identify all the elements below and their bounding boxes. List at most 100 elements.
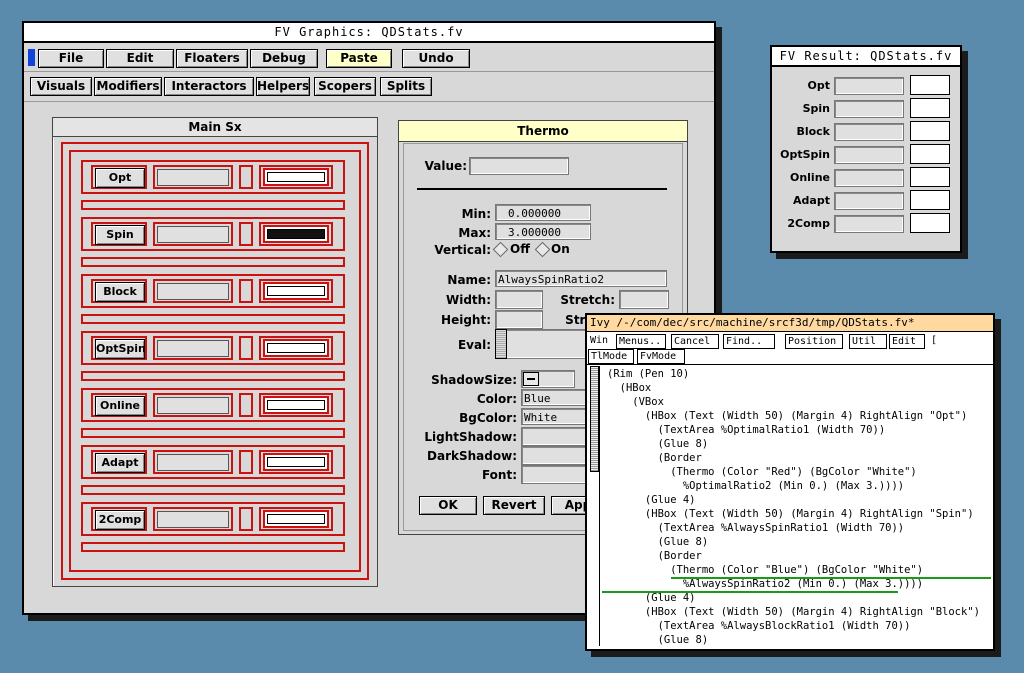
ivy-find-button[interactable]: Find.. [723, 334, 775, 349]
name-field[interactable]: AlwaysSpinRatio2 [495, 270, 667, 287]
ratio-thermometer [263, 396, 329, 414]
ok-button[interactable]: OK [419, 496, 477, 515]
sx-row-3: OptSpin [81, 331, 345, 365]
glue-border [239, 279, 253, 303]
code-line: (Thermo (Color "Blue") (BgColor "White") [607, 564, 924, 576]
ratio-textarea[interactable] [157, 226, 229, 243]
font-label: Font: [481, 468, 517, 482]
ratio-textarea[interactable] [157, 397, 229, 414]
glue-bar [81, 257, 345, 267]
menu-file[interactable]: File [38, 49, 104, 68]
ratio-textarea[interactable] [157, 454, 229, 471]
ratio-thermometer [263, 339, 329, 357]
ratio-thermometer [263, 168, 329, 186]
ivy-scroll-thumb[interactable] [590, 366, 599, 472]
stretch-label: Stretch: [560, 293, 615, 307]
code-line: %AlwaysSpinRatio2 (Min 0.) (Max 3.)))) [607, 578, 924, 590]
ivy-scrollbar[interactable] [589, 366, 600, 646]
glue-border [239, 393, 253, 417]
max-label: Max: [458, 226, 491, 240]
code-line: (Thermo (Color "Red") (BgColor "White") [607, 466, 917, 478]
menu-floaters[interactable]: Floaters [176, 49, 248, 68]
undo-button[interactable]: Undo [402, 49, 470, 68]
ivy-edit-button[interactable]: Edit [889, 334, 925, 349]
selection-underline-1 [671, 577, 991, 579]
ratio-textarea[interactable] [157, 340, 229, 357]
ivy-util-button[interactable]: Util [849, 334, 887, 349]
height-label: Height: [441, 313, 491, 327]
result-window: FV Result: QDStats.fv Opt Spin Block OptSpi… [770, 45, 962, 253]
ivy-position-button[interactable]: Position [785, 334, 843, 349]
menu-debug[interactable]: Debug [250, 49, 318, 68]
window-grab-handle[interactable] [28, 49, 35, 66]
palette-tabs: Visuals Modifiers Interactors Helpers Sc… [24, 73, 714, 102]
name-label: Name: [447, 273, 491, 287]
row-label: Online [95, 396, 145, 416]
darkshadow-label: DarkShadow: [427, 449, 517, 463]
result-value-field[interactable] [834, 215, 904, 233]
tab-visuals[interactable]: Visuals [30, 77, 92, 96]
color-label: Color: [476, 392, 517, 406]
ratio-textarea[interactable] [157, 283, 229, 300]
ivy-win-button[interactable]: Win [588, 334, 611, 347]
bgcolor-label: BgColor: [459, 411, 517, 425]
thermo-panel-title: Thermo [399, 121, 687, 142]
result-value-field[interactable] [834, 146, 904, 164]
on-label: On [551, 242, 570, 256]
code-line: (Glue 4) [607, 592, 696, 604]
ivy-title: Ivy /-/com/dec/src/machine/srcf3d/tmp/QD… [587, 315, 993, 332]
ivy-editor-window: Ivy /-/com/dec/src/machine/srcf3d/tmp/QD… [585, 313, 995, 651]
ivy-cancel-button[interactable]: Cancel [671, 334, 719, 349]
ivy-fvmode-button[interactable]: FvMode [637, 349, 685, 364]
tab-interactors[interactable]: Interactors [164, 77, 254, 96]
tab-splits[interactable]: Splits [380, 77, 432, 96]
width-label: Width: [445, 293, 491, 307]
main-sx-title: Main Sx [53, 118, 377, 137]
code-line: (Glue 8) [607, 438, 709, 450]
height-field[interactable] [495, 310, 543, 329]
ratio-textarea[interactable] [157, 511, 229, 528]
result-window-title: FV Result: QDStats.fv [772, 47, 960, 67]
main-window-title: FV Graphics: QDStats.fv [24, 23, 714, 43]
ivy-menus-button[interactable]: Menus.. [616, 334, 666, 349]
code-line: (TextArea %AlwaysBlockRatio1 (Width 70)) [607, 620, 911, 632]
menu-edit[interactable]: Edit [106, 49, 174, 68]
slider-thumb[interactable] [523, 372, 539, 386]
glue-border [239, 507, 253, 531]
max-field[interactable]: 3.000000 [495, 223, 591, 240]
menu-bar: File Edit Floaters Debug Paste Undo [24, 43, 714, 72]
tab-modifiers[interactable]: Modifiers [94, 77, 162, 96]
min-field[interactable]: 0.000000 [495, 204, 591, 221]
sx-row-6: 2Comp [81, 502, 345, 536]
stretch-field[interactable] [619, 290, 669, 309]
glue-bar [81, 314, 345, 324]
result-value-field[interactable] [834, 192, 904, 210]
paste-button[interactable]: Paste [326, 49, 392, 68]
eval-scrollbar[interactable] [495, 329, 507, 359]
row-label: OptSpin [95, 339, 146, 359]
result-value-field[interactable] [834, 123, 904, 141]
code-line: (HBox (Text (Width 50) (Margin 4) RightA… [607, 410, 968, 422]
width-field[interactable] [495, 290, 543, 309]
ivy-code-area[interactable]: (Rim (Pen 10) (HBox (VBox (HBox (Text (W… [607, 367, 991, 647]
result-value-field[interactable] [834, 77, 904, 95]
off-label: Off [510, 242, 530, 256]
revert-button[interactable]: Revert [483, 496, 545, 515]
code-line: %OptimalRatio2 (Min 0.) (Max 3.)))) [607, 480, 905, 492]
ivy-bracket-button[interactable]: [ [929, 334, 940, 347]
ratio-textarea[interactable] [157, 169, 229, 186]
row-label: Opt [95, 168, 145, 188]
code-line: (Glue 8) [607, 634, 709, 646]
row-label: Spin [95, 225, 145, 245]
ivy-tlmode-button[interactable]: TlMode [588, 349, 634, 364]
ratio-thermometer [263, 282, 329, 300]
result-value-field[interactable] [834, 100, 904, 118]
tab-helpers[interactable]: Helpers [256, 77, 310, 96]
row-label: 2Comp [95, 510, 145, 530]
value-field[interactable] [469, 157, 569, 175]
code-line: (VBox [607, 396, 664, 408]
result-value-field[interactable] [834, 169, 904, 187]
code-line: (Glue 4) [607, 494, 696, 506]
tab-scopers[interactable]: Scopers [314, 77, 376, 96]
ratio-thermometer [263, 453, 329, 471]
